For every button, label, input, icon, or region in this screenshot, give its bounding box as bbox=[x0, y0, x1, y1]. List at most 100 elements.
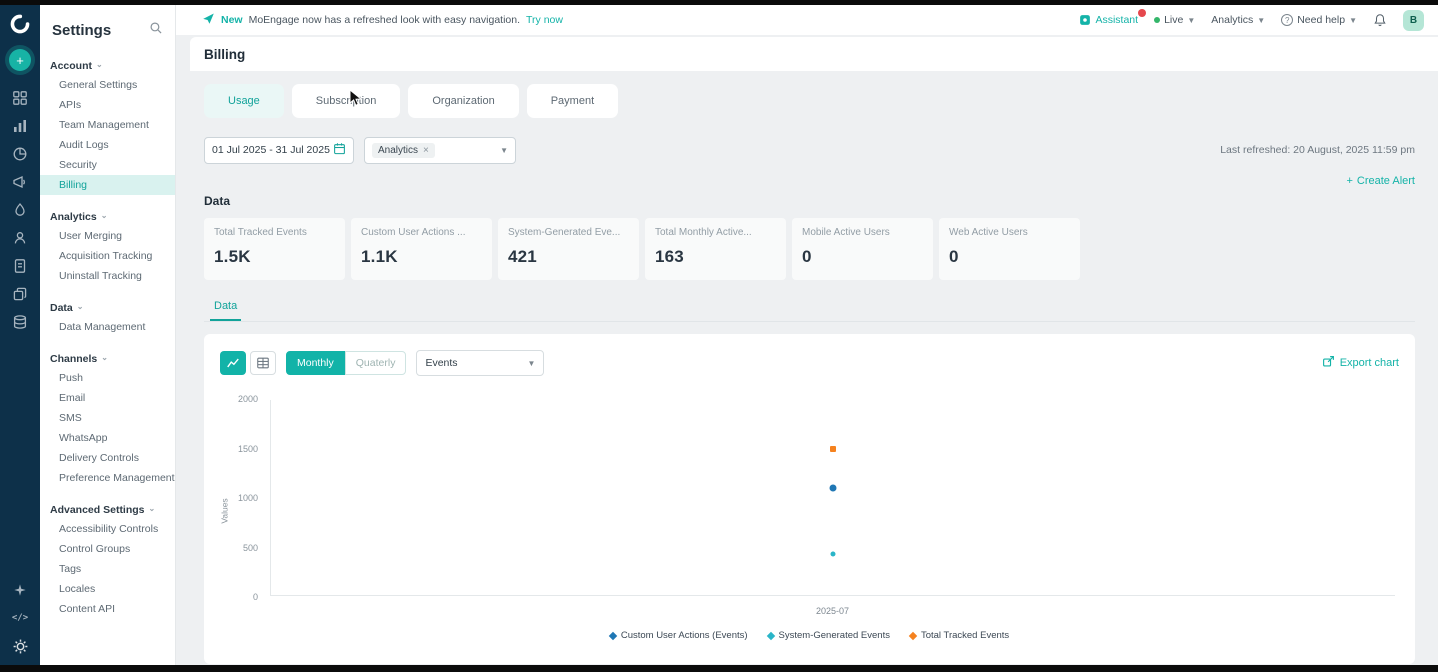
sidebar-item-email[interactable]: Email bbox=[40, 388, 175, 408]
banner-try-now-link[interactable]: Try now bbox=[526, 14, 563, 26]
sidebar-item-audit-logs[interactable]: Audit Logs bbox=[40, 135, 175, 155]
sidebar-item-data-management[interactable]: Data Management bbox=[40, 317, 175, 337]
legend-item-total-tracked-events[interactable]: Total Tracked Events bbox=[908, 630, 1010, 641]
sidebar-item-billing[interactable]: Billing bbox=[40, 175, 175, 195]
app-window: + </> Settings Account ⌄ General Setting… bbox=[0, 0, 1438, 672]
sidebar-item-team-management[interactable]: Team Management bbox=[40, 115, 175, 135]
collapse-icon: ⌄ bbox=[96, 60, 103, 69]
dashboard-icon[interactable] bbox=[7, 85, 33, 111]
subtab-row: Data bbox=[204, 296, 1415, 322]
tab-data[interactable]: Data bbox=[210, 300, 242, 321]
section-label: Analytics bbox=[50, 211, 97, 223]
tab-organization[interactable]: Organization bbox=[408, 84, 519, 118]
legend-item-system-generated-events[interactable]: System-Generated Events bbox=[766, 630, 890, 641]
metric-label: Web Active Users bbox=[949, 227, 1028, 238]
need-help-menu[interactable]: ? Need help ▼ bbox=[1281, 14, 1357, 26]
granularity-quaterly[interactable]: Quaterly bbox=[344, 351, 407, 375]
notifications-bell[interactable] bbox=[1373, 13, 1387, 27]
content-icon[interactable] bbox=[7, 253, 33, 279]
legend-marker-icon bbox=[608, 631, 618, 640]
legend-label: System-Generated Events bbox=[778, 630, 890, 641]
sidebar-section-header-channels[interactable]: Channels ⌄ bbox=[40, 350, 175, 368]
table-view-button[interactable] bbox=[250, 351, 276, 375]
sidebar-item-delivery-controls[interactable]: Delivery Controls bbox=[40, 448, 175, 468]
create-alert-link[interactable]: + Create Alert bbox=[1346, 172, 1415, 190]
granularity-toggle: Monthly Quaterly bbox=[286, 351, 407, 375]
chevron-down-icon: ▼ bbox=[1349, 15, 1357, 25]
assistant-button[interactable]: Assistant bbox=[1079, 9, 1147, 26]
create-alert-label: Create Alert bbox=[1356, 175, 1415, 187]
metric-card-web-active-users: Web Active Users 0 bbox=[939, 218, 1080, 280]
y-tick: 2000 bbox=[237, 394, 258, 404]
sidebar-item-content-api[interactable]: Content API bbox=[40, 599, 175, 619]
sidebar-item-uninstall-tracking[interactable]: Uninstall Tracking bbox=[40, 266, 175, 286]
sparkle-icon[interactable] bbox=[7, 577, 33, 603]
live-status-dot bbox=[1154, 17, 1161, 23]
sidebar-item-apis[interactable]: APIs bbox=[40, 95, 175, 115]
sidebar-section-analytics: Analytics ⌄ User Merging Acquisition Tracki… bbox=[40, 208, 175, 286]
page-title: Billing bbox=[204, 46, 246, 62]
granularity-monthly[interactable]: Monthly bbox=[286, 351, 345, 375]
chip-close-icon[interactable]: × bbox=[423, 145, 429, 156]
sidebar-item-control-groups[interactable]: Control Groups bbox=[40, 539, 175, 559]
analytics-menu[interactable]: Analytics ▼ bbox=[1211, 14, 1265, 26]
top-banner: New MoEngage now has a refreshed look wi… bbox=[176, 5, 1438, 35]
events-select[interactable]: Events ▼ bbox=[416, 350, 545, 376]
segments-icon[interactable] bbox=[7, 141, 33, 167]
developer-code-icon[interactable]: </> bbox=[7, 605, 33, 631]
sidebar-item-push[interactable]: Push bbox=[40, 368, 175, 388]
plus-icon: + bbox=[1346, 175, 1353, 187]
create-new-icon[interactable]: + bbox=[9, 49, 31, 71]
search-icon[interactable] bbox=[149, 21, 163, 40]
sidebar-item-security[interactable]: Security bbox=[40, 155, 175, 175]
sidebar-section-header-data[interactable]: Data ⌄ bbox=[40, 299, 175, 317]
user-avatar[interactable]: B bbox=[1403, 9, 1424, 31]
moengage-logo-icon[interactable] bbox=[9, 13, 31, 35]
sidebar-item-accessibility-controls[interactable]: Accessibility Controls bbox=[40, 519, 175, 539]
sidebar-section-header-account[interactable]: Account ⌄ bbox=[40, 57, 175, 75]
line-chart-view-button[interactable] bbox=[220, 351, 246, 375]
metric-value: 1.5K bbox=[214, 247, 251, 266]
data-icon[interactable] bbox=[7, 309, 33, 335]
users-icon[interactable] bbox=[7, 225, 33, 251]
alert-row: + Create Alert bbox=[204, 172, 1415, 190]
settings-gear-icon[interactable] bbox=[7, 633, 33, 659]
sidebar-section-header-advanced-settings[interactable]: Advanced Settings ⌄ bbox=[40, 501, 175, 519]
tab-payment[interactable]: Payment bbox=[526, 84, 619, 118]
tab-subscription[interactable]: Subscription bbox=[291, 84, 401, 118]
alerts-icon[interactable] bbox=[7, 197, 33, 223]
campaigns-icon[interactable] bbox=[7, 169, 33, 195]
category-filter-select[interactable]: Analytics × ▼ bbox=[364, 136, 516, 164]
sidebar-item-preference-management[interactable]: Preference Management bbox=[40, 468, 175, 488]
sidebar-item-tags[interactable]: Tags bbox=[40, 559, 175, 579]
metric-card-custom-user-actions: Custom User Actions ... 1.1K bbox=[351, 218, 492, 280]
legend-item-custom-user-actions-events[interactable]: Custom User Actions (Events) bbox=[608, 630, 748, 641]
data-point-total-tracked-events[interactable] bbox=[830, 445, 836, 452]
sidebar-item-whatsapp[interactable]: WhatsApp bbox=[40, 428, 175, 448]
events-select-value: Events bbox=[425, 357, 458, 369]
chevron-down-icon: ▼ bbox=[527, 358, 536, 368]
sidebar-item-acquisition-tracking[interactable]: Acquisition Tracking bbox=[40, 246, 175, 266]
sidebar-item-sms[interactable]: SMS bbox=[40, 408, 175, 428]
sidebar-item-locales[interactable]: Locales bbox=[40, 579, 175, 599]
chevron-down-icon: ▼ bbox=[1187, 15, 1196, 25]
collapse-icon: ⌄ bbox=[148, 504, 156, 513]
tab-usage[interactable]: Usage bbox=[204, 84, 284, 118]
sidebar-item-user-merging[interactable]: User Merging bbox=[40, 226, 175, 246]
collapse-icon: ⌄ bbox=[100, 211, 108, 220]
legend-label: Total Tracked Events bbox=[920, 630, 1010, 641]
metrics-heading: Data bbox=[204, 194, 231, 208]
export-chart-button[interactable]: Export chart bbox=[1322, 355, 1399, 371]
date-range-picker[interactable]: 01 Jul 2025 - 31 Jul 2025 bbox=[204, 136, 354, 164]
environment-selector[interactable]: Live ▼ bbox=[1154, 14, 1195, 26]
sidebar-section-header-analytics[interactable]: Analytics ⌄ bbox=[40, 208, 175, 226]
templates-icon[interactable] bbox=[7, 281, 33, 307]
data-point-custom-user-actions-events[interactable] bbox=[829, 484, 837, 492]
metric-value: 0 bbox=[802, 247, 812, 266]
analytics-icon[interactable] bbox=[7, 113, 33, 139]
top-black-strip bbox=[0, 0, 1438, 5]
metric-card-mobile-active-users: Mobile Active Users 0 bbox=[792, 218, 933, 280]
sidebar-item-general-settings[interactable]: General Settings bbox=[40, 75, 175, 95]
filter-chip: Analytics × bbox=[372, 142, 435, 158]
data-point-system-generated-events[interactable] bbox=[830, 551, 836, 557]
